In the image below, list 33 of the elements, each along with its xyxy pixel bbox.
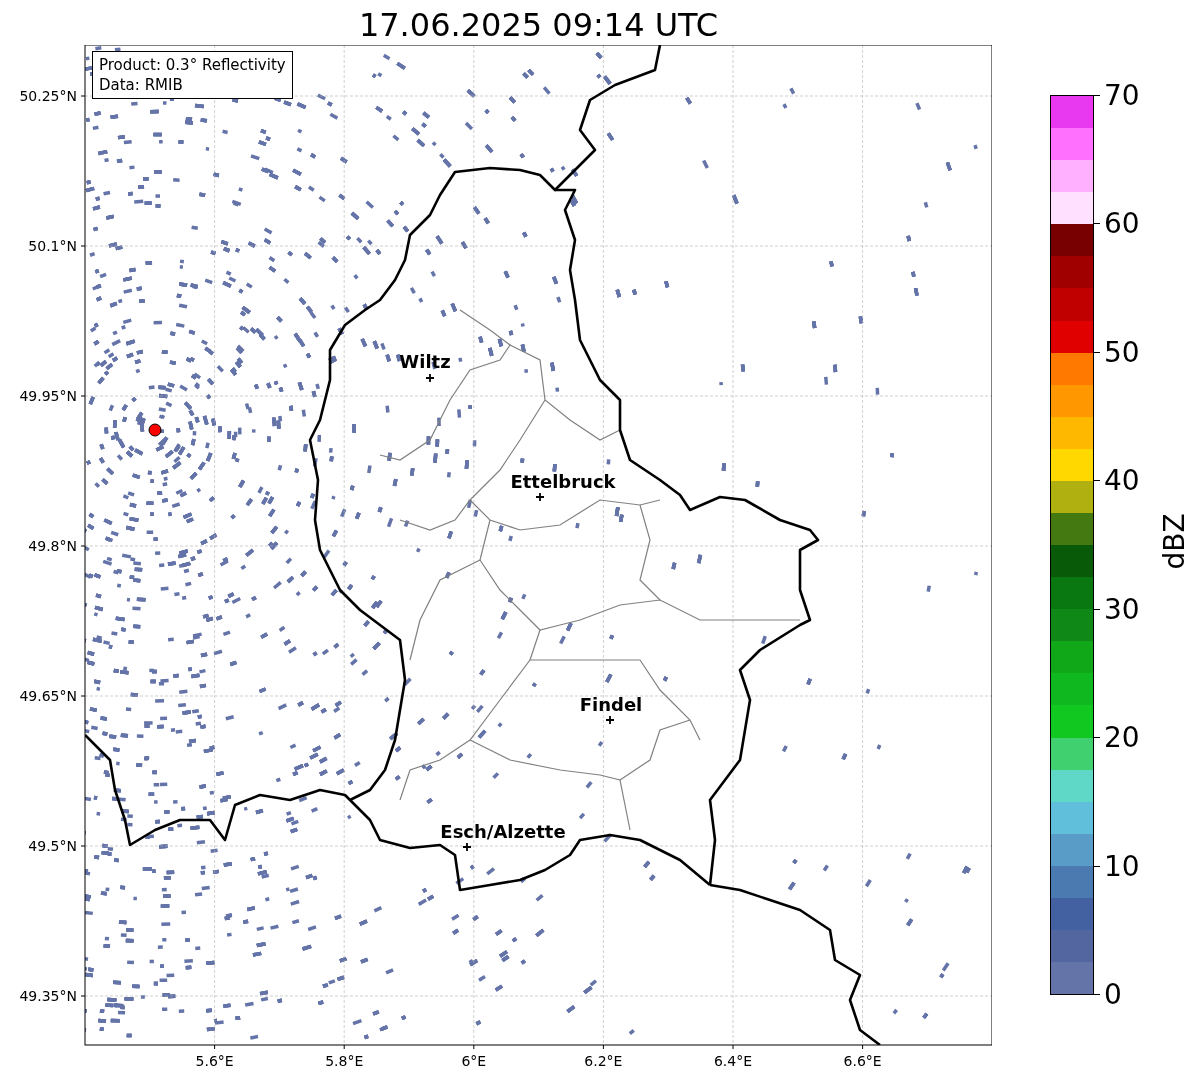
colorbar-tick-label: 30	[1104, 592, 1140, 626]
city-label: Esch/Alzette	[440, 821, 566, 842]
city-marker-icon	[462, 842, 472, 852]
latitude-label: 50.25°N	[19, 88, 77, 104]
longitude-label: 6.4°E	[713, 1053, 753, 1069]
longitude-label: 5.8°E	[325, 1053, 364, 1069]
colorbar-label: dBZ	[1157, 513, 1184, 570]
colorbar-tick-label: 10	[1104, 849, 1140, 883]
colorbar-tick-label: 20	[1104, 721, 1140, 755]
longitude-label: 6.2°E	[584, 1053, 623, 1069]
chart-title: 17.06.2025 09:14 UTC	[357, 5, 720, 45]
latitude-label: 49.5°N	[28, 838, 77, 854]
info-text: Data: RMIB	[99, 75, 184, 95]
colorbar-tick-label: 0	[1104, 978, 1122, 1012]
longitude-label: 5.6°E	[195, 1053, 234, 1069]
info-text: Product: 0.3° Reflectivity	[99, 55, 286, 75]
city-label: Ettelbruck	[510, 471, 616, 492]
colorbar-tick-label: 50	[1104, 335, 1140, 369]
latitude-label: 50.1°N	[28, 238, 77, 254]
city-label: Findel	[579, 694, 643, 715]
city-marker-icon	[535, 492, 545, 502]
colorbar-tick-label: 60	[1104, 207, 1140, 241]
latitude-label: 49.35°N	[19, 988, 77, 1004]
longitude-label: 6°E	[461, 1053, 487, 1069]
latitude-label: 49.95°N	[19, 388, 77, 404]
colorbar-tick-label: 70	[1104, 78, 1140, 112]
longitude-label: 6.6°E	[843, 1053, 882, 1069]
latitude-label: 49.8°N	[28, 538, 77, 554]
city-marker-icon	[605, 715, 615, 725]
city-marker-icon	[425, 373, 435, 383]
latitude-label: 49.65°N	[19, 688, 77, 704]
city-label: Wiltz	[399, 351, 451, 372]
colorbar-tick-label: 40	[1104, 464, 1140, 498]
